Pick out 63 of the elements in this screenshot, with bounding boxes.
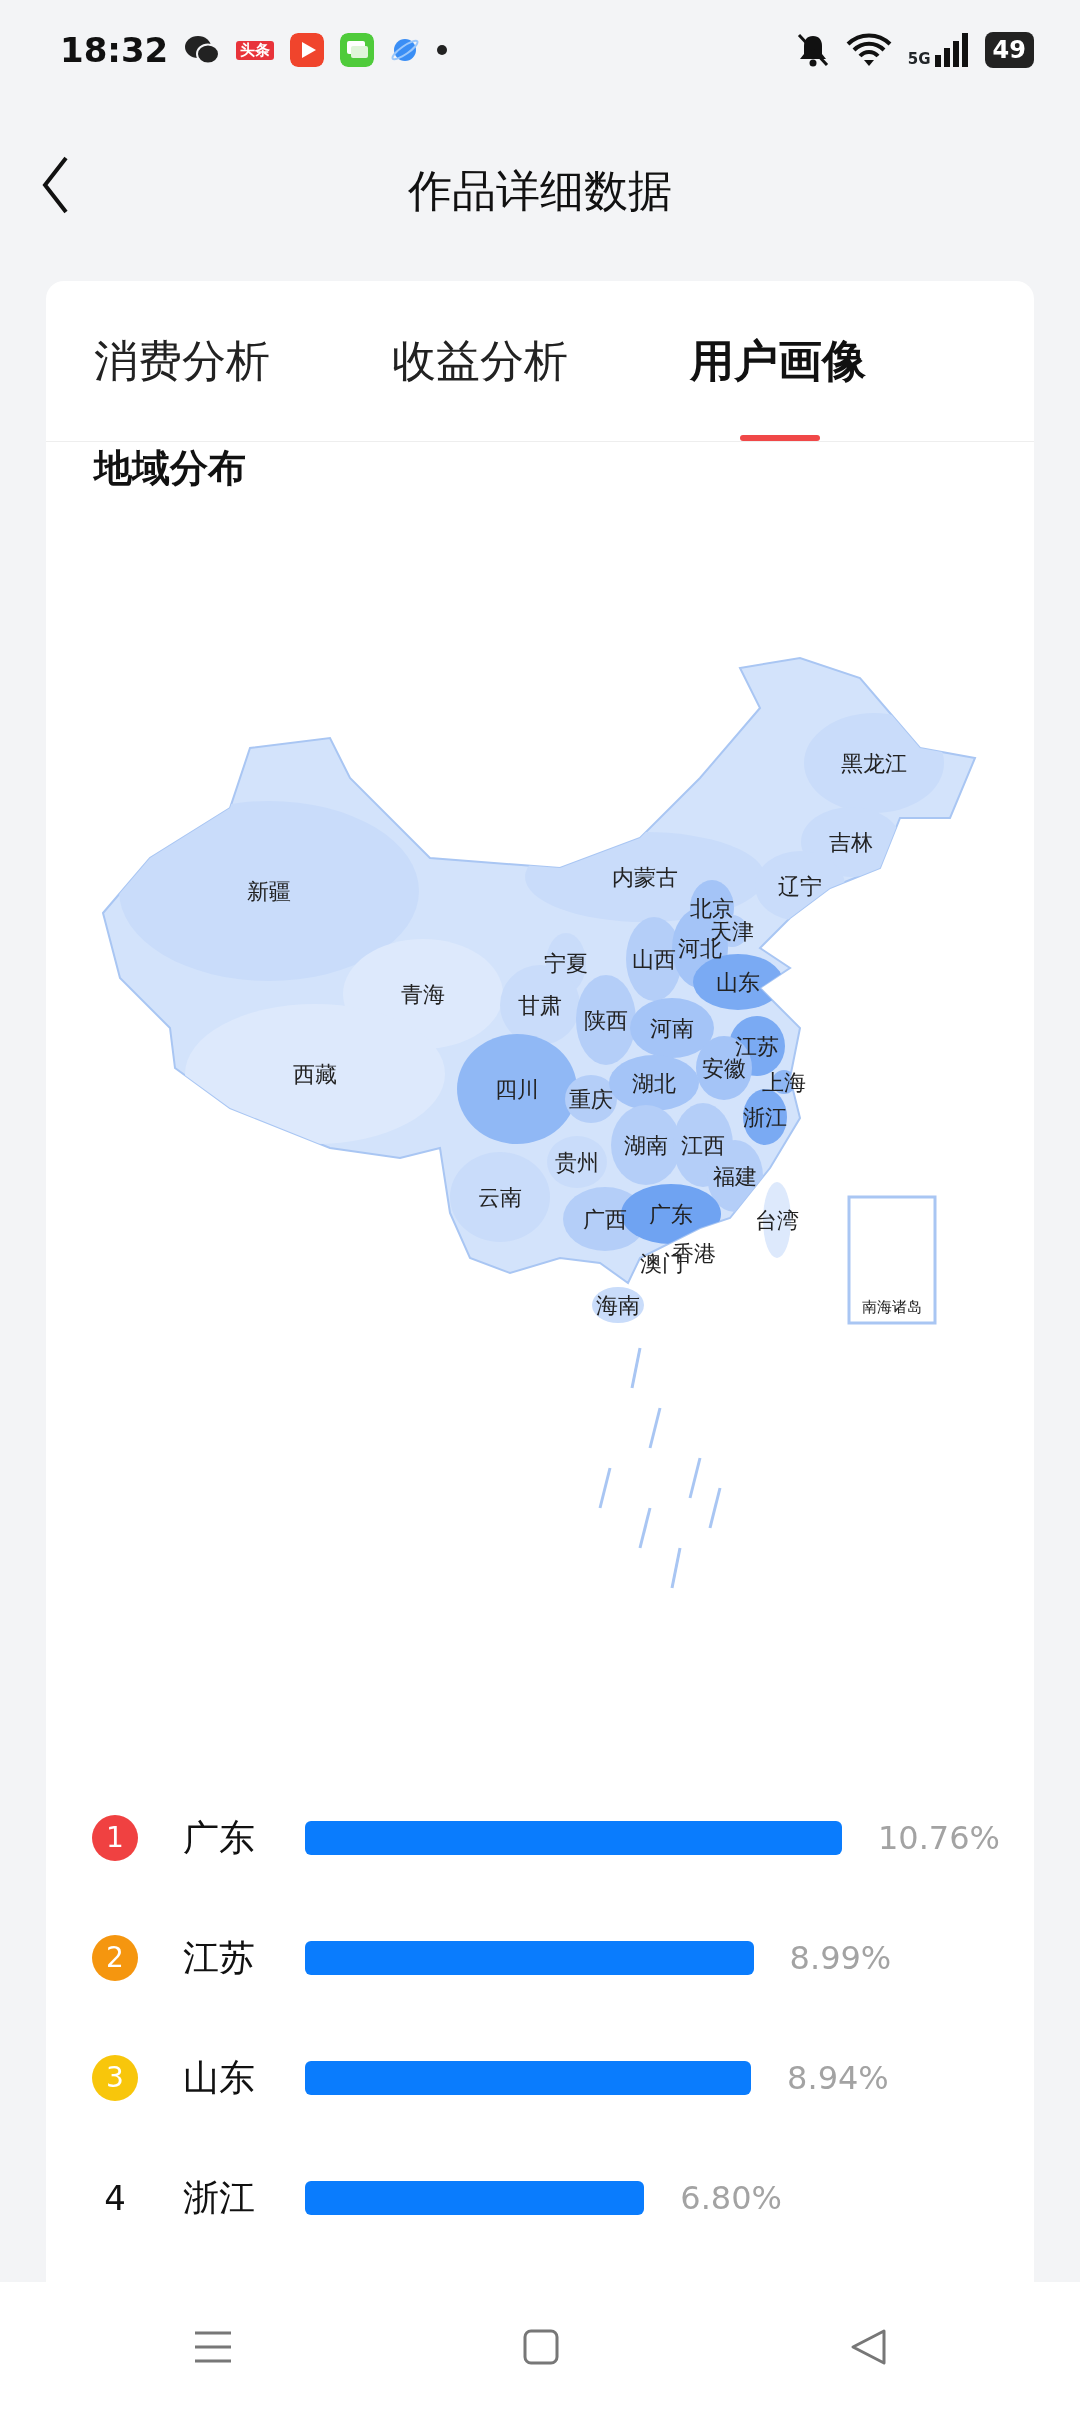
- province-label: 陕西: [584, 1008, 628, 1033]
- back-button[interactable]: [40, 154, 70, 216]
- status-time: 18:32: [60, 28, 169, 72]
- province-label: 青海: [401, 982, 445, 1007]
- share-percent: 10.76%: [877, 1818, 1000, 1859]
- province-label: 广东: [649, 1202, 693, 1227]
- menu-icon[interactable]: [192, 2329, 233, 2365]
- province-label: 吉林: [829, 830, 873, 855]
- province-label: 上海: [762, 1070, 806, 1095]
- dot-icon: [436, 44, 449, 56]
- province-label: 江苏: [735, 1034, 779, 1059]
- province-label: 甘肃: [518, 993, 562, 1018]
- play-icon: [290, 33, 325, 67]
- region-name: 浙江: [183, 2176, 256, 2220]
- province-label: 内蒙古: [612, 865, 678, 890]
- province-label: 台湾: [755, 1208, 799, 1233]
- province-label: 北京: [690, 896, 734, 921]
- province-label: 广西: [583, 1207, 627, 1232]
- province-label: 江西: [681, 1133, 725, 1158]
- province-label: 贵州: [555, 1150, 599, 1175]
- rank-badge: 3: [92, 2055, 138, 2101]
- region-name: 广东: [183, 1816, 256, 1860]
- province-label: 浙江: [743, 1105, 787, 1130]
- inset-label: 南海诸岛: [862, 1298, 922, 1316]
- signal-icon: [934, 33, 969, 67]
- rank-badge: 2: [92, 1935, 138, 1981]
- wifi-icon: [845, 33, 892, 67]
- share-percent: 6.80%: [680, 2178, 782, 2219]
- share-percent: 8.99%: [789, 1938, 892, 1979]
- tab[interactable]: 用户画像: [690, 281, 988, 441]
- province-label: 四川: [495, 1077, 539, 1102]
- back-icon[interactable]: [849, 2328, 888, 2366]
- province-label: 湖北: [632, 1071, 676, 1096]
- province-label: 新疆: [247, 879, 291, 904]
- province-label: 云南: [478, 1185, 522, 1210]
- home-icon[interactable]: [522, 2328, 560, 2366]
- province-label: 海南: [596, 1293, 640, 1318]
- province-label: 西藏: [293, 1062, 337, 1087]
- province-label: 山东: [716, 970, 760, 995]
- rank-badge: 1: [92, 1815, 138, 1861]
- share-percent: 8.94%: [787, 2058, 889, 2099]
- message-icon: [340, 33, 375, 67]
- bell-muted-icon: [795, 32, 830, 68]
- province-label: 辽宁: [778, 874, 822, 899]
- province-label: 安徽: [702, 1056, 746, 1081]
- province-label: 重庆: [569, 1087, 613, 1112]
- section-title: 地域分布: [92, 448, 247, 488]
- province-label: 宁夏: [544, 951, 588, 976]
- tab[interactable]: 消费分析: [94, 281, 392, 441]
- province-label: 湖南: [624, 1133, 668, 1158]
- region-name: 江苏: [183, 1936, 256, 1980]
- network-type: 5G: [907, 52, 931, 67]
- province-label: 黑龙江: [841, 751, 907, 776]
- rank-number: 4: [103, 2176, 127, 2220]
- page-title: 作品详细数据: [408, 163, 672, 218]
- province-label: 福建: [713, 1164, 757, 1189]
- news-app-icon: 头条: [236, 40, 275, 60]
- chat-bubbles-icon: [184, 34, 221, 66]
- province-label: 河南: [650, 1016, 694, 1041]
- battery-level: 49: [984, 32, 1034, 68]
- tab[interactable]: 收益分析: [392, 281, 690, 441]
- region-name: 山东: [183, 2056, 256, 2100]
- province-label: 山西: [632, 947, 676, 972]
